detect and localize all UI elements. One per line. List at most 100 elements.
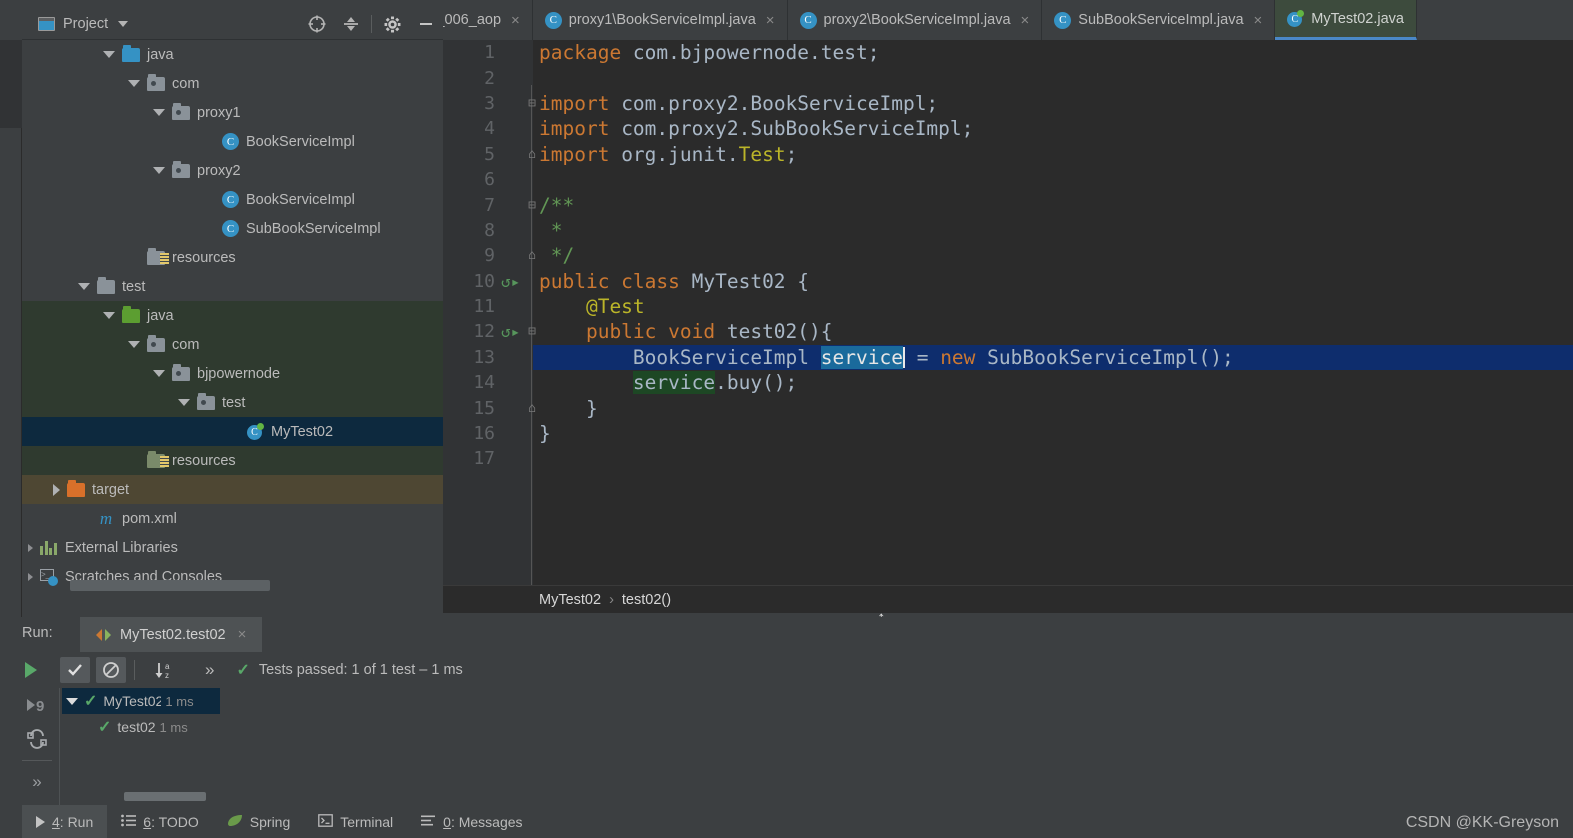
status-bar[interactable]: 4: Run 6: TODO Spring Terminal 0: Messag… <box>0 805 1573 838</box>
project-tree-hscrollbar[interactable] <box>70 580 270 591</box>
chevron-down-icon[interactable] <box>128 341 140 348</box>
tree-item-proxy2[interactable]: proxy2 <box>22 156 443 185</box>
editor-tab-0[interactable]: spring_006_aop × <box>443 0 533 40</box>
status-item-todo[interactable]: 6: TODO <box>107 805 213 838</box>
code-line[interactable]: 17 <box>443 446 1573 471</box>
code-fold-icon[interactable]: ⌂ <box>525 401 539 416</box>
chevron-down-icon[interactable] <box>103 51 115 58</box>
code-fold-icon[interactable]: ⌂ <box>525 147 539 162</box>
code-line[interactable]: 15 ⌂ } <box>443 395 1573 420</box>
code-fold-icon[interactable]: ⊟ <box>525 96 539 111</box>
show-passed-icon[interactable] <box>60 657 90 683</box>
code-line[interactable]: 7 ⊟/** <box>443 192 1573 217</box>
tree-item-test[interactable]: test <box>22 388 443 417</box>
chevron-down-icon[interactable] <box>153 167 165 174</box>
code-line[interactable]: 1 package com.bjpowernode.test; <box>443 40 1573 65</box>
code-line[interactable]: 14 service.buy(); <box>443 370 1573 395</box>
tree-item-proxy1[interactable]: proxy1 <box>22 98 443 127</box>
code-editor[interactable]: 1 package com.bjpowernode.test; 2 3 ⊟ import … <box>443 40 1573 585</box>
tree-item-com[interactable]: com <box>22 69 443 98</box>
editor-tab-2[interactable]: C proxy2\BookServiceImpl.java × <box>787 0 1043 40</box>
code-line[interactable]: 10 ↺▸ public class MyTest02 { <box>443 269 1573 294</box>
show-ignored-icon[interactable] <box>96 657 126 683</box>
expand-more-icon[interactable]: » <box>14 765 60 799</box>
code-fold-icon[interactable]: ⌂ <box>525 248 539 263</box>
run-gutter-icon[interactable]: ↺▸ <box>501 272 520 291</box>
code-line[interactable]: 9 ⌂ */ <box>443 243 1573 268</box>
code-line[interactable]: 13 BookServiceImpl service = new SubBook… <box>443 344 1573 371</box>
chevron-down-icon[interactable] <box>103 312 115 319</box>
sort-alphabetically-icon[interactable]: az <box>149 657 179 683</box>
code-line[interactable]: 11 @Test <box>443 294 1573 319</box>
status-item-terminal[interactable]: Terminal <box>304 805 407 838</box>
chevron-right-icon[interactable] <box>53 483 60 496</box>
tree-item-target[interactable]: target <box>22 475 443 504</box>
tree-item-bjpowernode[interactable]: bjpowernode <box>22 359 443 388</box>
locate-icon[interactable] <box>300 8 334 40</box>
minimize-icon[interactable] <box>409 8 443 40</box>
run-side-toolbar[interactable]: 9 » <box>14 688 60 805</box>
tree-item-pom-xml[interactable]: m pom.xml <box>22 504 443 533</box>
code-line[interactable]: 6 <box>443 167 1573 192</box>
code-line[interactable]: 5 ⌂ import org.junit.Test; <box>443 142 1573 167</box>
tree-item-mytest02[interactable]: C MyTest02 <box>22 417 443 446</box>
tree-item-java[interactable]: java <box>22 40 443 69</box>
editor-tab-bar[interactable]: spring_006_aop × C proxy1\BookServiceImp… <box>443 0 1573 40</box>
chevron-right-icon[interactable] <box>28 543 33 552</box>
code-line[interactable]: 4 import com.proxy2.SubBookServiceImpl; <box>443 116 1573 141</box>
close-icon[interactable]: × <box>1254 12 1263 29</box>
chevron-down-icon[interactable] <box>153 109 165 116</box>
run-configuration-tab[interactable]: MyTest02.test02 × <box>80 617 263 652</box>
chevron-down-icon[interactable] <box>153 370 165 377</box>
chevron-right-icon[interactable] <box>28 572 33 581</box>
code-line[interactable]: 2 <box>443 65 1573 90</box>
close-icon[interactable]: × <box>238 626 247 643</box>
status-item-messages[interactable]: 0: Messages <box>407 805 536 838</box>
status-item-run[interactable]: 4: Run <box>22 805 108 838</box>
close-icon[interactable]: × <box>766 12 775 29</box>
chevron-down-icon[interactable] <box>78 283 90 290</box>
chevron-down-icon[interactable] <box>178 399 190 406</box>
code-line[interactable]: 3 ⊟ import com.proxy2.BookServiceImpl; <box>443 91 1573 116</box>
run-toolbar[interactable]: az » ✓ Tests passed: 1 of 1 test – 1 ms <box>0 652 1573 688</box>
chevron-down-icon[interactable] <box>118 20 129 27</box>
close-icon[interactable]: × <box>511 12 520 29</box>
tree-item-java[interactable]: java <box>22 301 443 330</box>
breadcrumb-method[interactable]: test02() <box>622 592 671 608</box>
chevron-down-icon[interactable] <box>128 80 140 87</box>
project-tree[interactable]: java com proxy1 C BookServiceImpl proxy2 C Book… <box>22 40 443 597</box>
code-line[interactable]: 8 * <box>443 218 1573 243</box>
code-line[interactable]: 12 ↺▸ ⊟ public void test02(){ <box>443 319 1573 344</box>
tree-item-external-libraries[interactable]: External Libraries <box>22 533 443 562</box>
editor-tab-1[interactable]: C proxy1\BookServiceImpl.java × <box>532 0 788 40</box>
editor-tab-3[interactable]: C SubBookServiceImpl.java × <box>1042 0 1276 40</box>
chevron-down-icon[interactable] <box>66 697 78 705</box>
tree-item-bookserviceimpl[interactable]: C BookServiceImpl <box>22 127 443 156</box>
tree-item-subbookserviceimpl[interactable]: C SubBookServiceImpl <box>22 214 443 243</box>
test-tree-row-method[interactable]: ✓ test02 1 ms <box>62 714 220 740</box>
test-results-tree[interactable]: ✓ MyTest02 1 ms ✓ test02 1 ms <box>62 688 220 805</box>
code-fold-icon[interactable]: ⊟ <box>525 324 539 339</box>
auto-test-icon[interactable] <box>14 722 60 756</box>
rerun-icon[interactable] <box>16 657 46 683</box>
tree-item-resources[interactable]: resources <box>22 243 443 272</box>
test-tree-hscrollbar[interactable] <box>124 792 206 801</box>
rerun-failed-icon[interactable]: 9 <box>14 688 60 722</box>
tree-item-resources[interactable]: resources <box>22 446 443 475</box>
code-line[interactable]: 16} <box>443 421 1573 446</box>
editor-tab-4[interactable]: C MyTest02.java <box>1275 0 1417 40</box>
tree-item-test[interactable]: test <box>22 272 443 301</box>
code-text-area[interactable]: 1 package com.bjpowernode.test; 2 3 ⊟ import … <box>443 40 1573 585</box>
expand-toolbar-icon[interactable]: » <box>205 660 214 680</box>
code-fold-icon[interactable]: ⊟ <box>525 198 539 213</box>
tree-item-bookserviceimpl[interactable]: C BookServiceImpl <box>22 185 443 214</box>
project-panel-header[interactable]: Project <box>22 8 443 40</box>
tree-item-com[interactable]: com <box>22 330 443 359</box>
test-tree-row-class[interactable]: ✓ MyTest02 1 ms <box>62 688 220 714</box>
breadcrumb[interactable]: MyTest02 › test02() <box>443 585 1573 613</box>
status-item-spring[interactable]: Spring <box>213 805 304 838</box>
breadcrumb-class[interactable]: MyTest02 <box>539 592 601 608</box>
run-gutter-icon[interactable]: ↺▸ <box>501 322 520 341</box>
collapse-all-icon[interactable] <box>334 8 368 40</box>
gear-icon[interactable] <box>375 8 409 40</box>
